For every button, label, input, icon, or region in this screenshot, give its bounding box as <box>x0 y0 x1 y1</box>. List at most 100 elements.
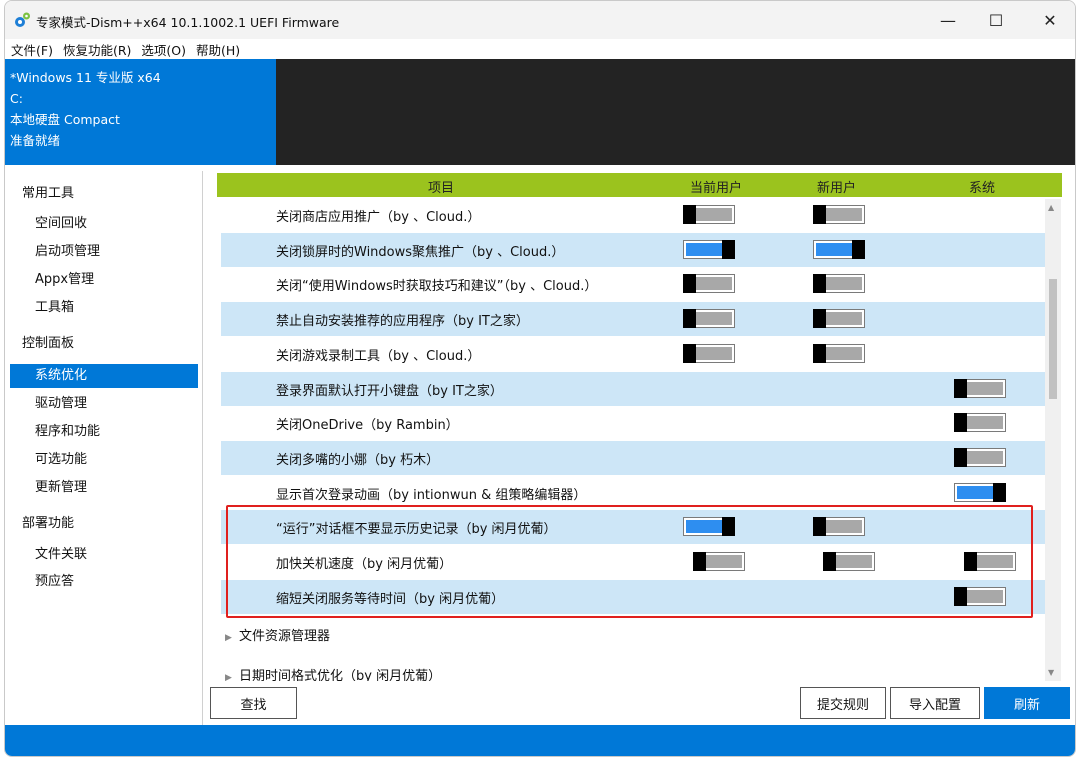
sidebar-item-answer-file[interactable]: 预应答 <box>10 570 198 594</box>
sidebar-item-programs[interactable]: 程序和功能 <box>10 420 198 444</box>
toggle-system[interactable] <box>954 413 1006 433</box>
triangle-down-icon[interactable]: ▼ <box>1048 668 1054 677</box>
toggle-current[interactable] <box>683 205 735 224</box>
toggle-knob <box>852 239 865 259</box>
sidebar-item-updates[interactable]: 更新管理 <box>10 476 198 500</box>
sidebar-group-deploy[interactable]: 部署功能 <box>22 512 74 531</box>
row-label: 加快关机速度（by 闲月优葡） <box>276 557 453 572</box>
menu-restore[interactable]: 恢复功能(R) <box>63 40 131 59</box>
menu-options[interactable]: 选项(O) <box>141 40 186 59</box>
window-title: 专家模式-Dism++x64 10.1.1002.1 UEFI Firmware <box>36 15 340 30</box>
maximize-button[interactable]: ☐ <box>973 1 1019 39</box>
sidebar-item-toolbox[interactable]: 工具箱 <box>10 296 198 320</box>
column-header-current-user: 当前用户 <box>690 181 743 196</box>
minimize-button[interactable]: — <box>925 1 971 39</box>
toggle-system[interactable] <box>954 586 1006 606</box>
title-bar: 专家模式-Dism++x64 10.1.1002.1 UEFI Firmware… <box>5 1 1075 39</box>
toggle-system[interactable] <box>954 378 1006 398</box>
table-row: 关闭OneDrive（by Rambin） <box>221 406 1047 440</box>
toggle-knob <box>813 309 826 329</box>
toggle-new[interactable] <box>813 274 865 294</box>
toggle-new[interactable] <box>813 517 865 537</box>
gears-icon <box>15 12 30 27</box>
status-text: 准备就绪 <box>10 133 61 148</box>
toggle-current[interactable] <box>683 343 735 363</box>
scrollbar-thumb[interactable] <box>1049 279 1057 399</box>
toggle-current[interactable] <box>683 239 735 259</box>
table-row: 禁止自动安装推荐的应用程序（by IT之家） <box>221 302 1047 337</box>
toggle-knob <box>722 239 735 259</box>
menu-help[interactable]: 帮助(H) <box>196 40 240 59</box>
toggle-system[interactable] <box>954 482 1006 502</box>
sidebar-item-file-assoc[interactable]: 文件关联 <box>10 543 198 567</box>
toggle-new[interactable] <box>823 552 875 571</box>
sidebar-item-optional-features[interactable]: 可选功能 <box>10 448 198 472</box>
row-label: 关闭商店应用推广（by 、Cloud.） <box>276 210 481 225</box>
close-button[interactable]: ✕ <box>1027 1 1073 39</box>
toggle-new[interactable] <box>813 205 865 224</box>
table-header: 项目 当前用户 新用户 系统 <box>217 173 1062 197</box>
toggle-current[interactable] <box>683 309 735 329</box>
row-label: 缩短关闭服务等待时间（by 闲月优葡） <box>276 591 505 607</box>
toggle-knob <box>813 274 826 294</box>
column-header-item: 项目 <box>428 181 455 196</box>
toggle-knob <box>813 343 826 363</box>
table-row: 登录界面默认打开小键盘（by IT之家） <box>221 371 1047 406</box>
row-label: 登录界面默认打开小键盘（by IT之家） <box>276 383 503 399</box>
menu-file[interactable]: 文件(F) <box>11 40 53 59</box>
table-row: “运行”对话框不要显示历史记录（by 闲月优葡） <box>221 510 1047 545</box>
toggle-new[interactable] <box>813 343 865 363</box>
import-config-button[interactable]: 导入配置 <box>890 687 980 719</box>
toggle-new[interactable] <box>813 239 865 259</box>
triangle-up-icon[interactable]: ▲ <box>1048 203 1054 212</box>
toggle-knob <box>813 205 826 224</box>
toggle-knob <box>683 205 696 224</box>
toggle-knob <box>954 413 967 433</box>
toggle-knob <box>683 343 696 363</box>
triangle-right-icon[interactable]: ▶ <box>225 673 239 681</box>
info-dark-area <box>276 59 1075 165</box>
vertical-scrollbar[interactable]: ▲ ▼ <box>1045 199 1061 681</box>
system-info-panel[interactable]: *Windows 11 专业版 x64 C: 本地硬盘 Compact 准备就绪 <box>5 59 276 165</box>
toggle-system[interactable] <box>964 552 1016 571</box>
table-row: 关闭“使用Windows时获取技巧和建议”（by 、Cloud.） <box>221 267 1047 301</box>
table-row: 关闭锁屏时的Windows聚焦推广（by 、Cloud.） <box>221 232 1047 267</box>
toggle-knob <box>964 552 977 571</box>
toggle-current[interactable] <box>683 274 735 294</box>
sidebar-item-startup[interactable]: 启动项管理 <box>10 240 198 264</box>
table-row: 关闭多嘴的小娜（by 朽木） <box>221 440 1047 475</box>
toggle-knob <box>993 482 1006 502</box>
column-header-new-user: 新用户 <box>817 181 857 196</box>
tree-item-label: 日期时间格式优化（by 闲月优葡） <box>239 669 442 681</box>
table-row: 缩短关闭服务等待时间（by 闲月优葡） <box>221 579 1047 614</box>
toggle-knob <box>813 517 826 537</box>
disk-type: 本地硬盘 Compact <box>10 112 120 127</box>
toggle-current[interactable] <box>693 552 745 571</box>
row-label: 关闭锁屏时的Windows聚焦推广（by 、Cloud.） <box>276 244 565 260</box>
tree-item[interactable]: ▶ 文件资源管理器 <box>225 625 330 644</box>
toggle-system[interactable] <box>954 447 1006 467</box>
sidebar-item-space-cleanup[interactable]: 空间回收 <box>10 212 198 236</box>
refresh-button[interactable]: 刷新 <box>984 687 1070 719</box>
table-row: 关闭商店应用推广（by 、Cloud.） <box>221 198 1047 232</box>
sidebar-group-common-tools[interactable]: 常用工具 <box>22 182 74 201</box>
find-button[interactable]: 查找 <box>210 687 297 719</box>
toggle-knob <box>954 586 967 606</box>
table-row: 显示首次登录动画（by intionwun & 组策略编辑器） <box>221 476 1047 510</box>
sidebar-item-appx[interactable]: Appx管理 <box>10 268 198 292</box>
toggle-current[interactable] <box>683 517 735 537</box>
sidebar-item-drivers[interactable]: 驱动管理 <box>10 392 198 416</box>
toggle-knob <box>823 552 836 571</box>
toggle-knob <box>683 309 696 329</box>
toggle-knob <box>693 552 706 571</box>
table-row: 关闭游戏录制工具（by 、Cloud.） <box>221 337 1047 371</box>
sidebar-item-system-optimize[interactable]: 系统优化 <box>10 364 198 388</box>
toggle-new[interactable] <box>813 309 865 329</box>
tree-item[interactable]: ▶ 日期时间格式优化（by 闲月优葡） <box>225 665 441 681</box>
sidebar-group-control-panel[interactable]: 控制面板 <box>22 332 74 351</box>
triangle-right-icon[interactable]: ▶ <box>225 633 239 643</box>
toggle-knob <box>683 274 696 294</box>
submit-rules-button[interactable]: 提交规则 <box>800 687 886 719</box>
optimization-table: 项目 当前用户 新用户 系统 关闭商店应用推广（by 、Cloud.） 关闭锁屏时… <box>217 173 1062 681</box>
tree-item-label: 文件资源管理器 <box>239 629 331 644</box>
